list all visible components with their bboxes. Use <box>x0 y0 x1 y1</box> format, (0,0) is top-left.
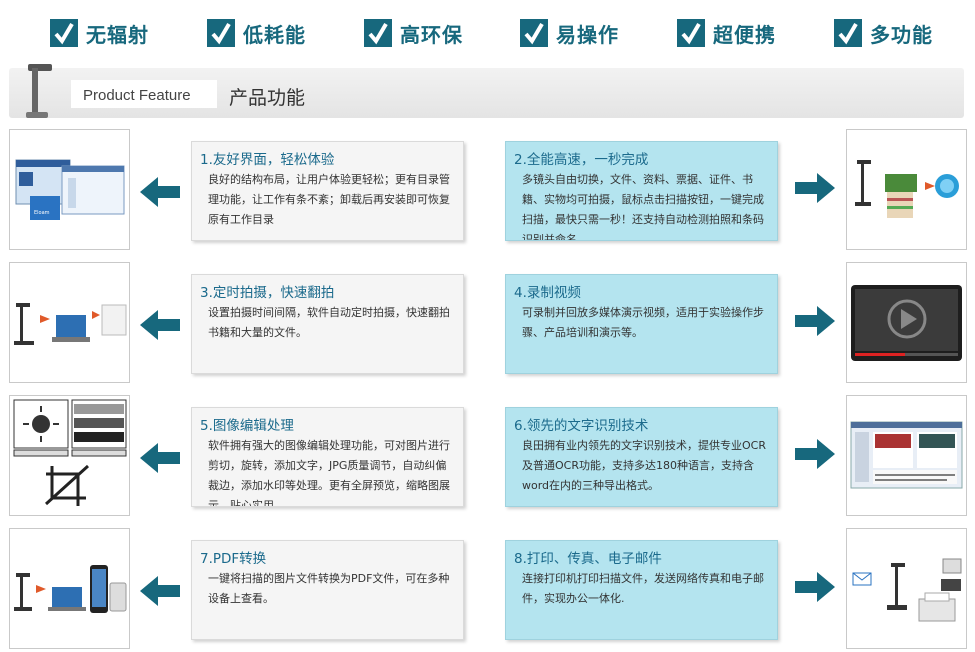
scanner-pdf-devices-image <box>9 528 130 649</box>
feature-card: 3.定时拍摄，快速翻拍 设置拍摄时间间隔，软件自动定时拍摄，快速翻拍书籍和大量的… <box>191 274 464 374</box>
checkmark-icon <box>364 19 392 47</box>
card-title: 5.图像编辑处理 <box>200 418 294 434</box>
card-description: 一键将扫描的图片文件转换为PDF文件，可在多种设备上查看。 <box>208 572 450 605</box>
feature-label: 高环保 <box>400 22 463 47</box>
arrow-left-icon <box>140 310 180 340</box>
card-description: 可录制并回放多媒体演示视频，适用于实验操作步骤、产品培训和演示等。 <box>522 306 764 339</box>
feature-card: 1.友好界面，轻松体验 良好的结构布局，让用户体验更轻松；更有目录管理功能，让工… <box>191 141 464 241</box>
card-title: 7.PDF转换 <box>200 551 267 567</box>
card-title: 1.友好界面，轻松体验 <box>200 152 335 168</box>
feature-card: 5.图像编辑处理 软件拥有强大的图像编辑处理功能，可对图片进行剪切，旋转，添加文… <box>191 407 464 507</box>
arrow-right-icon <box>795 439 835 469</box>
scanner-lamp-icon <box>26 64 52 118</box>
checkmark-icon <box>207 19 235 47</box>
card-description: 良田拥有业内领先的文字识别技术，提供专业OCR及普通OCR功能，支持多达180种… <box>522 439 766 492</box>
card-title: 4.录制视频 <box>514 285 581 301</box>
checkmark-icon <box>50 19 78 47</box>
feature-card: 4.录制视频 可录制并回放多媒体演示视频，适用于实验操作步骤、产品培训和演示等。 <box>505 274 778 374</box>
card-title: 3.定时拍摄，快速翻拍 <box>200 285 335 301</box>
software-ui-screenshot-image: Eloam <box>9 129 130 250</box>
scanner-laptop-printer-image <box>9 262 130 383</box>
header-title-cn: 产品功能 <box>229 87 306 109</box>
scanner-print-fax-email-image <box>846 528 967 649</box>
feature-item: 低耗能 <box>207 18 306 48</box>
arrow-left-icon <box>140 177 180 207</box>
arrow-right-icon <box>795 572 835 602</box>
card-description: 多镜头自由切换，文件、资料、票据、证件、书籍、实物均可拍摄，鼠标点击扫描按钮，一… <box>522 173 764 241</box>
feature-strip: 无辐射 低耗能 高环保 易操作 超便携 多功能 <box>0 0 975 62</box>
arrow-right-icon <box>795 306 835 336</box>
feature-item: 多功能 <box>834 18 933 48</box>
card-description: 设置拍摄时间间隔，软件自动定时拍摄，快速翻拍书籍和大量的文件。 <box>208 306 450 339</box>
feature-label: 多功能 <box>870 22 933 47</box>
feature-item: 高环保 <box>364 18 463 48</box>
image-editing-icons-image <box>9 395 130 516</box>
feature-item: 无辐射 <box>50 18 149 48</box>
feature-card: 2.全能高速，一秒完成 多镜头自由切换，文件、资料、票据、证件、书籍、实物均可拍… <box>505 141 778 241</box>
card-description: 连接打印机打印扫描文件，发送网络传真和电子邮件，实现办公一体化. <box>522 572 764 605</box>
card-title: 2.全能高速，一秒完成 <box>514 152 649 168</box>
card-description: 软件拥有强大的图像编辑处理功能，可对图片进行剪切，旋转，添加文字，JPG质量调节… <box>208 439 450 507</box>
feature-item: 超便携 <box>677 18 776 48</box>
arrow-left-icon <box>140 443 180 473</box>
feature-card: 7.PDF转换 一键将扫描的图片文件转换为PDF文件，可在多种设备上查看。 <box>191 540 464 640</box>
feature-label: 超便携 <box>713 22 776 47</box>
arrow-left-icon <box>140 576 180 606</box>
card-title: 6.领先的文字识别技术 <box>514 418 649 434</box>
feature-label: 低耗能 <box>243 22 306 47</box>
checkmark-icon <box>520 19 548 47</box>
header-title-en: Product Feature <box>83 87 191 104</box>
feature-card: 8.打印、传真、电子邮件 连接打印机打印扫描文件，发送网络传真和电子邮件，实现办… <box>505 540 778 640</box>
feature-label: 易操作 <box>556 22 619 47</box>
video-player-image <box>846 262 967 383</box>
arrow-right-icon <box>795 173 835 203</box>
card-title: 8.打印、传真、电子邮件 <box>514 551 662 567</box>
card-description: 良好的结构布局，让用户体验更轻松；更有目录管理功能，让工作有条不紊；卸载后再安装… <box>208 173 450 226</box>
checkmark-icon <box>834 19 862 47</box>
feature-label: 无辐射 <box>86 22 149 47</box>
checkmark-icon <box>677 19 705 47</box>
ocr-software-screenshot-image <box>846 395 967 516</box>
feature-card: 6.领先的文字识别技术 良田拥有业内领先的文字识别技术，提供专业OCR及普通OC… <box>505 407 778 507</box>
feature-item: 易操作 <box>520 18 619 48</box>
svg-text:Eloam: Eloam <box>34 210 50 216</box>
section-header: Product Feature 产品功能 <box>9 68 964 118</box>
scanner-documents-image <box>846 129 967 250</box>
